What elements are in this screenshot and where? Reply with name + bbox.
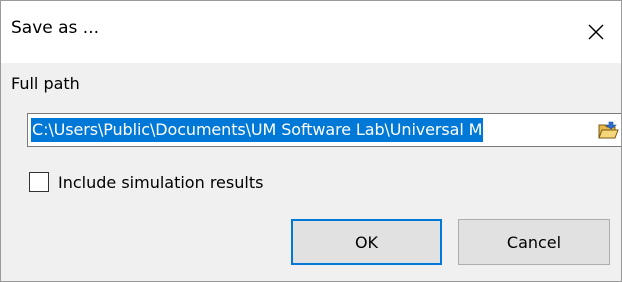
include-results-label[interactable]: Include simulation results bbox=[58, 173, 263, 192]
full-path-label: Full path bbox=[11, 74, 80, 93]
folder-open-icon bbox=[597, 121, 619, 139]
browse-button[interactable] bbox=[594, 118, 621, 144]
cancel-button[interactable]: Cancel bbox=[458, 219, 610, 265]
dialog-title: Save as ... bbox=[11, 18, 100, 38]
include-results-row[interactable]: Include simulation results bbox=[29, 171, 263, 193]
include-results-checkbox[interactable] bbox=[29, 172, 49, 192]
ok-button[interactable]: OK bbox=[291, 219, 442, 265]
close-icon bbox=[588, 24, 604, 40]
full-path-field[interactable]: C:\Users\Public\Documents\UM Software La… bbox=[27, 113, 621, 147]
close-button[interactable] bbox=[571, 1, 621, 63]
title-bar: Save as ... bbox=[1, 1, 621, 63]
full-path-input[interactable]: C:\Users\Public\Documents\UM Software La… bbox=[31, 118, 484, 142]
save-as-dialog: Save as ... Full path C:\Users\Public\Do… bbox=[0, 0, 622, 282]
